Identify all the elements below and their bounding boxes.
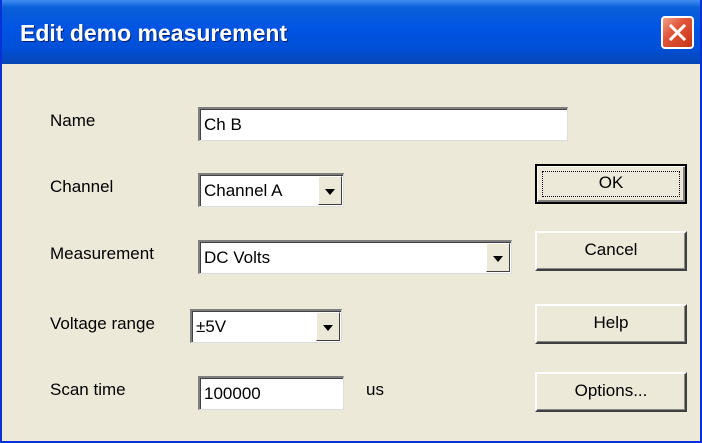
options-button[interactable]: Options... bbox=[535, 372, 687, 412]
ok-button-label: OK bbox=[598, 173, 624, 192]
scan-time-input-value: 100000 bbox=[204, 383, 261, 403]
measurement-dropdown-button[interactable] bbox=[486, 243, 510, 272]
chevron-down-icon bbox=[323, 324, 333, 331]
chevron-down-icon bbox=[325, 188, 335, 195]
scan-time-unit: us bbox=[366, 380, 384, 399]
close-icon bbox=[668, 23, 687, 42]
ok-button[interactable]: OK bbox=[535, 164, 687, 204]
channel-select-value: Channel A bbox=[204, 180, 283, 200]
measurement-label: Measurement bbox=[50, 244, 154, 263]
scan-time-input[interactable]: 100000 bbox=[198, 376, 344, 410]
dialog-title: Edit demo measurement bbox=[20, 20, 288, 46]
options-button-label: Options... bbox=[574, 381, 648, 400]
help-button[interactable]: Help bbox=[535, 304, 687, 344]
scan-time-label: Scan time bbox=[50, 380, 126, 399]
voltage-range-label: Voltage range bbox=[50, 314, 155, 333]
close-button[interactable] bbox=[661, 16, 694, 49]
cancel-button[interactable]: Cancel bbox=[535, 231, 687, 271]
voltage-range-dropdown-button[interactable] bbox=[316, 312, 340, 341]
voltage-range-select-value: ±5V bbox=[196, 316, 227, 336]
measurement-select-value: DC Volts bbox=[204, 247, 271, 267]
name-input-value: Ch B bbox=[204, 114, 242, 134]
title-bar[interactable]: Edit demo measurement bbox=[2, 0, 700, 64]
channel-label: Channel bbox=[50, 177, 114, 196]
name-input[interactable]: Ch B bbox=[198, 107, 568, 141]
name-label: Name bbox=[50, 111, 96, 130]
cancel-button-label: Cancel bbox=[584, 240, 638, 259]
help-button-label: Help bbox=[593, 313, 629, 332]
dialog-window: Edit demo measurement Name Ch B Channel … bbox=[0, 0, 702, 443]
chevron-down-icon bbox=[493, 255, 503, 262]
voltage-range-select[interactable]: ±5V bbox=[190, 309, 342, 343]
channel-dropdown-button[interactable] bbox=[318, 176, 342, 205]
channel-select[interactable]: Channel A bbox=[198, 173, 344, 207]
measurement-select[interactable]: DC Volts bbox=[198, 240, 512, 274]
